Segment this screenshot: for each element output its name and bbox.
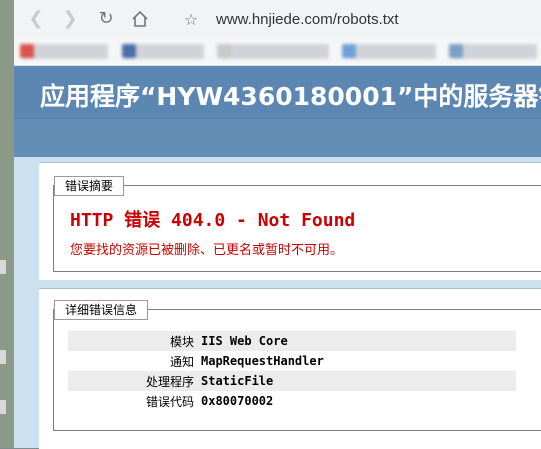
- row-value: 0x80070002: [201, 391, 516, 411]
- page-title: 应用程序“HYW4360180001”中的服务器错误: [40, 77, 541, 113]
- home-icon[interactable]: [128, 7, 152, 31]
- row-label: 错误代码: [68, 391, 201, 411]
- bookmark-star-icon[interactable]: ☆: [180, 10, 202, 29]
- details-legend: 详细错误信息: [54, 300, 148, 320]
- summary-legend: 错误摘要: [54, 176, 124, 196]
- url-text[interactable]: www.hnjiede.com/robots.txt: [216, 11, 399, 28]
- table-row: 模块 IIS Web Core: [68, 331, 516, 351]
- details-panel: 详细错误信息 模块 IIS Web Core 通知 MapRequestHand…: [39, 288, 541, 449]
- desktop-edge: [0, 0, 14, 448]
- bookmark-item[interactable]: [124, 44, 204, 59]
- row-value: IIS Web Core: [201, 331, 516, 351]
- bookmark-item[interactable]: [219, 44, 329, 59]
- row-label: 通知: [68, 351, 201, 371]
- back-icon[interactable]: ❮: [24, 7, 48, 31]
- row-label: 模块: [68, 331, 201, 351]
- page-header: 应用程序“HYW4360180001”中的服务器错误: [14, 66, 541, 119]
- bookmark-item[interactable]: [344, 44, 436, 59]
- reload-icon[interactable]: ↻: [94, 7, 118, 31]
- bookmark-item[interactable]: [22, 44, 108, 59]
- table-row: 通知 MapRequestHandler: [68, 351, 516, 371]
- error-page: 应用程序“HYW4360180001”中的服务器错误 错误摘要 HTTP 错误 …: [14, 66, 541, 448]
- error-message: 您要找的资源已被删除、已更名或暂时不可用。: [70, 239, 343, 258]
- summary-fieldset: 错误摘要 HTTP 错误 404.0 - Not Found 您要找的资源已被删…: [53, 185, 541, 272]
- details-table: 模块 IIS Web Core 通知 MapRequestHandler 处理程…: [68, 331, 516, 411]
- header-band: [14, 119, 541, 157]
- table-row: 错误代码 0x80070002: [68, 391, 516, 411]
- desktop-item: [0, 400, 6, 414]
- address-bar[interactable]: ☆ www.hnjiede.com/robots.txt: [172, 6, 541, 33]
- details-fieldset: 详细错误信息 模块 IIS Web Core 通知 MapRequestHand…: [53, 309, 541, 431]
- desktop-item: [0, 260, 6, 274]
- bookmarks-bar: [14, 38, 541, 66]
- error-title: HTTP 错误 404.0 - Not Found: [70, 206, 355, 232]
- forward-icon[interactable]: ❯: [58, 7, 82, 31]
- desktop-item: [0, 350, 6, 364]
- row-value: MapRequestHandler: [201, 351, 516, 371]
- row-label: 处理程序: [68, 371, 201, 391]
- row-value: StaticFile: [201, 371, 516, 391]
- browser-toolbar: ❮ ❯ ↻ ☆ www.hnjiede.com/robots.txt: [14, 0, 541, 39]
- table-row: 处理程序 StaticFile: [68, 371, 516, 391]
- summary-panel: 错误摘要 HTTP 错误 404.0 - Not Found 您要找的资源已被删…: [39, 162, 541, 280]
- bookmark-item[interactable]: [451, 44, 537, 59]
